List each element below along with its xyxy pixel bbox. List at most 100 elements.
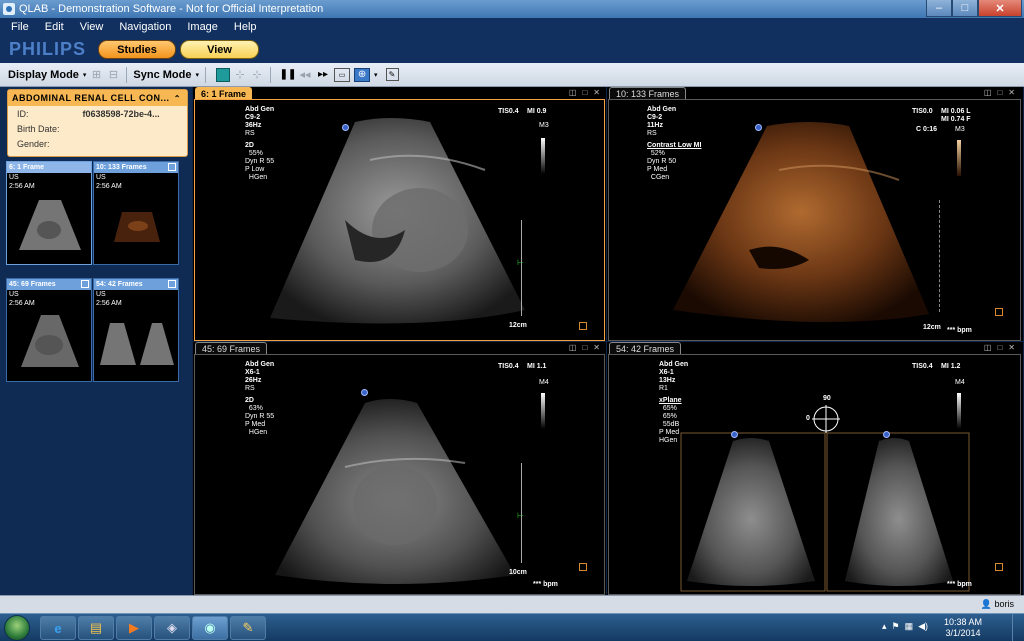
menu-help[interactable]: Help bbox=[234, 21, 257, 33]
display-mode-dropdown-icon[interactable]: ▾ bbox=[83, 71, 87, 79]
ultrasound-image bbox=[680, 405, 970, 592]
layout-icon-1[interactable]: ⊞ bbox=[89, 68, 103, 82]
display-mode-label[interactable]: Display Mode bbox=[8, 69, 79, 81]
pause-icon[interactable]: ❚❚ bbox=[280, 68, 297, 82]
network-icon[interactable]: ▦ bbox=[905, 621, 914, 632]
annotate-icon[interactable]: ✎ bbox=[385, 68, 399, 81]
menu-edit[interactable]: Edit bbox=[45, 21, 64, 33]
map-label: M3 bbox=[955, 126, 965, 133]
internet-explorer-icon[interactable]: e bbox=[40, 616, 76, 640]
ultrasound-image bbox=[270, 118, 525, 324]
mi-label: MI 1.1 bbox=[527, 363, 547, 370]
split-icon[interactable]: ◫ bbox=[569, 88, 577, 97]
maximize-button[interactable]: □ bbox=[952, 0, 978, 17]
patient-title[interactable]: ABDOMINAL RENAL CELL CON... ⌃ bbox=[8, 90, 187, 106]
color-bar bbox=[957, 140, 961, 176]
series-thumbnail[interactable]: 10: 133 Frames US 2:56 AM bbox=[93, 161, 179, 265]
thumbnail-time: 2:56 AM bbox=[96, 300, 122, 307]
thumbnail-time: 2:56 AM bbox=[9, 300, 35, 307]
split-icon[interactable]: ◫ bbox=[984, 343, 992, 352]
sync-mode-label[interactable]: Sync Mode bbox=[133, 69, 191, 81]
close-button[interactable]: ✕ bbox=[978, 0, 1022, 17]
app-icon[interactable]: ◈ bbox=[154, 616, 190, 640]
minimize-button[interactable]: – bbox=[926, 0, 952, 17]
media-player-icon[interactable]: ▶ bbox=[116, 616, 152, 640]
viewport-10[interactable]: 10: 133 Frames ◫ □ ✕ Abd Gen C9-2 11Hz R… bbox=[607, 87, 1023, 341]
tool-icon-1[interactable]: ⊹ bbox=[233, 68, 247, 82]
bpm-label: *** bpm bbox=[533, 581, 558, 588]
split-icon[interactable]: ◫ bbox=[569, 343, 577, 352]
maximize-viewport-icon[interactable]: □ bbox=[582, 343, 587, 352]
tool-icon-2[interactable]: ⊹ bbox=[250, 68, 264, 82]
viewport-indicator bbox=[995, 308, 1003, 316]
color-map-icon[interactable] bbox=[216, 67, 231, 82]
param-line: HGen bbox=[245, 429, 268, 436]
viewport-image-area[interactable]: Abd Gen C9-2 11Hz RS Contrast Low MI 52%… bbox=[608, 99, 1021, 341]
depth-scale bbox=[939, 200, 940, 312]
clock[interactable]: 10:38 AM 3/1/2014 bbox=[944, 617, 982, 639]
viewport-54[interactable]: 54: 42 Frames ◫ □ ✕ Abd Gen X6-1 13Hz R1… bbox=[607, 342, 1023, 595]
field-label: Birth Date: bbox=[17, 123, 60, 134]
param-line: Contrast Low MI bbox=[647, 142, 702, 149]
start-button[interactable] bbox=[4, 615, 30, 641]
viewport-image-area[interactable]: Abd Gen X6-1 13Hz R1 xPlane 65% 65% 55dB… bbox=[608, 354, 1021, 595]
thumbnail-time: 2:56 AM bbox=[9, 183, 35, 190]
preset-label: Abd Gen bbox=[245, 361, 275, 368]
split-icon[interactable]: ◫ bbox=[984, 88, 992, 97]
close-viewport-icon[interactable]: ✕ bbox=[1008, 88, 1015, 97]
menu-view[interactable]: View bbox=[80, 21, 104, 33]
viewport-image-area[interactable]: Abd Gen C9-2 36Hz RS 2D 55% Dyn R 55 P L… bbox=[194, 99, 605, 341]
thumbnail-image bbox=[21, 315, 79, 367]
mi-label: MI 1.2 bbox=[941, 363, 961, 370]
collapse-icon[interactable]: ⌃ bbox=[174, 94, 181, 103]
series-thumbnail[interactable]: 45: 69 Frames US 2:56 AM bbox=[6, 278, 92, 382]
measure-icon[interactable]: ▭ bbox=[334, 67, 351, 82]
studies-button[interactable]: Studies bbox=[98, 40, 176, 59]
layout-icon-2[interactable]: ⊟ bbox=[106, 68, 120, 82]
maximize-viewport-icon[interactable]: □ bbox=[997, 88, 1002, 97]
toolbar-divider bbox=[270, 66, 272, 83]
maximize-viewport-icon[interactable]: □ bbox=[997, 343, 1002, 352]
qlab-taskbar-icon[interactable]: ◉ bbox=[192, 616, 228, 640]
maximize-viewport-icon[interactable]: □ bbox=[582, 88, 587, 97]
preset-label: Abd Gen bbox=[659, 361, 689, 368]
fast-forward-icon[interactable]: ▸▸ bbox=[316, 68, 330, 82]
view-button[interactable]: View bbox=[180, 40, 259, 59]
tis-label: TIS0.4 bbox=[498, 108, 519, 115]
show-desktop-button[interactable] bbox=[1012, 614, 1024, 641]
close-viewport-icon[interactable]: ✕ bbox=[593, 88, 600, 97]
volume-icon[interactable]: ◀) bbox=[918, 621, 928, 632]
mode-label: RS bbox=[245, 385, 255, 392]
window-title: QLAB - Demonstration Software - Not for … bbox=[19, 3, 324, 15]
close-viewport-icon[interactable]: ✕ bbox=[1008, 343, 1015, 352]
orientation-marker-icon bbox=[361, 389, 368, 396]
series-thumbnail[interactable]: 54: 42 Frames US 2:56 AM bbox=[93, 278, 179, 382]
viewport-indicator bbox=[995, 563, 1003, 571]
system-tray: ▴ ⚑ ▦ ◀) bbox=[882, 621, 928, 632]
step-back-icon[interactable]: ◂◂ bbox=[298, 68, 312, 82]
close-viewport-icon[interactable]: ✕ bbox=[593, 343, 600, 352]
viewport-6[interactable]: 6: 1 Frame ◫ □ ✕ Abd Gen C9-2 36Hz RS 2D… bbox=[193, 87, 606, 341]
param-line: P Med bbox=[245, 421, 266, 428]
menu-file[interactable]: File bbox=[11, 21, 29, 33]
paint-icon[interactable]: ✎ bbox=[230, 616, 266, 640]
viewport-45[interactable]: 45: 69 Frames ◫ □ ✕ Abd Gen X6-1 26Hz RS… bbox=[193, 342, 606, 595]
menu-navigation[interactable]: Navigation bbox=[119, 21, 171, 33]
probe-label: X6-1 bbox=[659, 369, 674, 376]
tray-arrow-icon[interactable]: ▴ bbox=[882, 621, 887, 632]
sync-mode-dropdown-icon[interactable]: ▾ bbox=[196, 71, 200, 79]
param-line: CGen bbox=[647, 174, 670, 181]
flag-icon[interactable]: ⚑ bbox=[891, 621, 899, 632]
patient-info-card: ABDOMINAL RENAL CELL CON... ⌃ ID: f06385… bbox=[7, 89, 188, 157]
map-label: M4 bbox=[955, 379, 965, 386]
viewport-indicator bbox=[579, 563, 587, 571]
zoom-dropdown-icon[interactable]: ▾ bbox=[374, 71, 378, 79]
menu-image[interactable]: Image bbox=[187, 21, 218, 33]
philips-logo: PHILIPS bbox=[9, 39, 87, 59]
series-thumbnail[interactable]: 6: 1 Frame US 2:56 AM bbox=[6, 161, 92, 265]
viewport-image-area[interactable]: Abd Gen X6-1 26Hz RS 2D 63% Dyn R 55 P M… bbox=[194, 354, 605, 595]
zoom-icon[interactable]: ⊕ bbox=[354, 67, 371, 82]
viewport-indicator bbox=[579, 322, 587, 330]
map-label: M3 bbox=[539, 122, 549, 129]
file-explorer-icon[interactable]: ▤ bbox=[78, 616, 114, 640]
